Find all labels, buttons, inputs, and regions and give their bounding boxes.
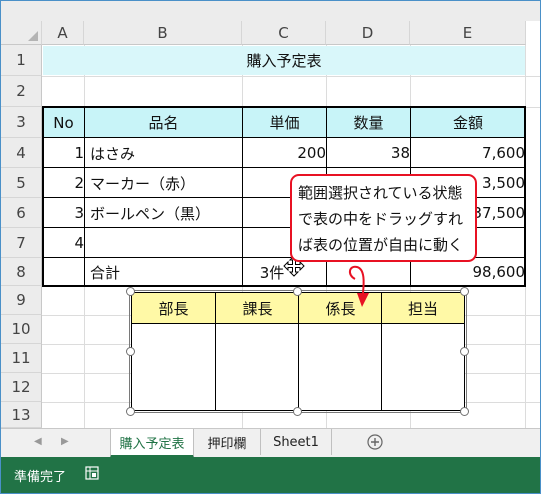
select-all-triangle-icon [28,31,38,41]
row-label: 10 [11,320,31,338]
sheet-title[interactable]: 購入予定表 [43,46,525,75]
table-border [42,137,526,138]
excel-window: A B C D E 1 2 3 4 5 6 7 8 9 10 11 12 13 … [0,0,541,494]
total-amount[interactable]: 98,600 [411,258,530,286]
resize-handle[interactable] [126,287,135,296]
header-quantity[interactable]: 数量 [327,108,410,137]
row-header-2[interactable]: 2 [1,76,42,107]
row-header-3[interactable]: 3 [1,107,42,138]
plus-circle-icon[interactable] [367,434,383,450]
cell-no[interactable]: 3 [43,198,89,228]
row-label: 5 [16,173,26,192]
total-label[interactable]: 合計 [85,258,247,286]
table-border [42,106,526,108]
row-label: 12 [11,378,31,396]
row-label: 7 [16,233,26,252]
column-label: B [157,23,168,42]
row-header-10[interactable]: 10 [1,315,42,344]
cell-no[interactable]: 4 [43,228,89,258]
selection-frame [129,290,467,413]
row-header-12[interactable]: 12 [1,373,42,402]
row-label: 2 [16,82,26,100]
table-border [42,285,526,287]
row-label: 3 [16,113,26,131]
table-border [524,106,526,287]
table-border [42,106,44,287]
table-border [84,106,85,287]
column-label: C [278,23,289,42]
row-header-6[interactable]: 6 [1,198,42,228]
row-label: 1 [16,51,26,69]
gridline [42,76,540,77]
table-border [42,167,526,168]
resize-handle[interactable] [126,347,135,356]
resize-handle[interactable] [460,347,469,356]
column-label: D [361,23,374,42]
row-label: 11 [11,349,31,367]
column-header-d[interactable]: D [326,21,410,45]
row-header-8[interactable]: 8 [1,258,42,286]
column-header-e[interactable]: E [410,21,526,45]
cell-item-name[interactable]: ボールペン（黒） [85,198,247,228]
annotation-callout: 範囲選択されている状態で表の中をドラッグすれば表の位置が自由に動く [290,174,477,262]
header-amount[interactable]: 金額 [411,108,525,137]
cell-item-name[interactable]: はさみ [85,138,247,168]
row-header-4[interactable]: 4 [1,138,42,168]
column-header-b[interactable]: B [84,21,242,45]
header-item-name[interactable]: 品名 [85,108,242,137]
cell-amount[interactable]: 7,600 [411,138,530,168]
row-header-5[interactable]: 5 [1,168,42,198]
resize-handle[interactable] [460,287,469,296]
top-strip [1,1,540,21]
column-header-a[interactable]: A [42,21,84,45]
status-bar: 準備完了 [1,457,540,493]
status-ready: 準備完了 [14,470,67,485]
row-label: 9 [16,291,26,309]
sheet-tab-bar: ◀ ▶ 購入予定表 押印欄 Sheet1 [1,428,540,458]
row-label: 6 [16,203,26,222]
header-unit-price[interactable]: 単価 [243,108,326,137]
cell-no[interactable]: 2 [43,168,89,198]
column-label: E [462,23,473,42]
cell-unit-price[interactable]: 200 [243,138,331,168]
callout-arrow-icon [349,265,369,307]
row-label: 8 [16,262,26,281]
row-header-1[interactable]: 1 [1,45,42,76]
cell-quantity[interactable]: 38 [327,138,415,168]
tab-stamp-sheet[interactable]: 押印欄 [194,429,261,455]
table-border [242,106,243,287]
tab-sheet1[interactable]: Sheet1 [261,429,332,455]
column-header-c[interactable]: C [242,21,326,45]
row-label: 4 [16,143,26,162]
row-label: 13 [11,405,31,424]
row-header-7[interactable]: 7 [1,228,42,258]
row-header-11[interactable]: 11 [1,344,42,373]
resize-handle[interactable] [293,287,302,296]
cell-item-name[interactable]: マーカー（赤） [85,168,247,198]
resize-handle[interactable] [126,407,135,416]
chevron-right-icon[interactable]: ▶ [61,436,69,447]
column-label: A [57,23,68,42]
row-header-13[interactable]: 13 [1,402,42,428]
header-no[interactable]: No [43,108,84,137]
tab-purchase-plan[interactable]: 購入予定表 [110,429,194,458]
row-header-9[interactable]: 9 [1,286,42,315]
macro-record-icon[interactable] [85,466,99,480]
resize-handle[interactable] [293,407,302,416]
cell-no[interactable]: 1 [43,138,89,168]
chevron-left-icon[interactable]: ◀ [34,436,42,447]
resize-handle[interactable] [460,407,469,416]
